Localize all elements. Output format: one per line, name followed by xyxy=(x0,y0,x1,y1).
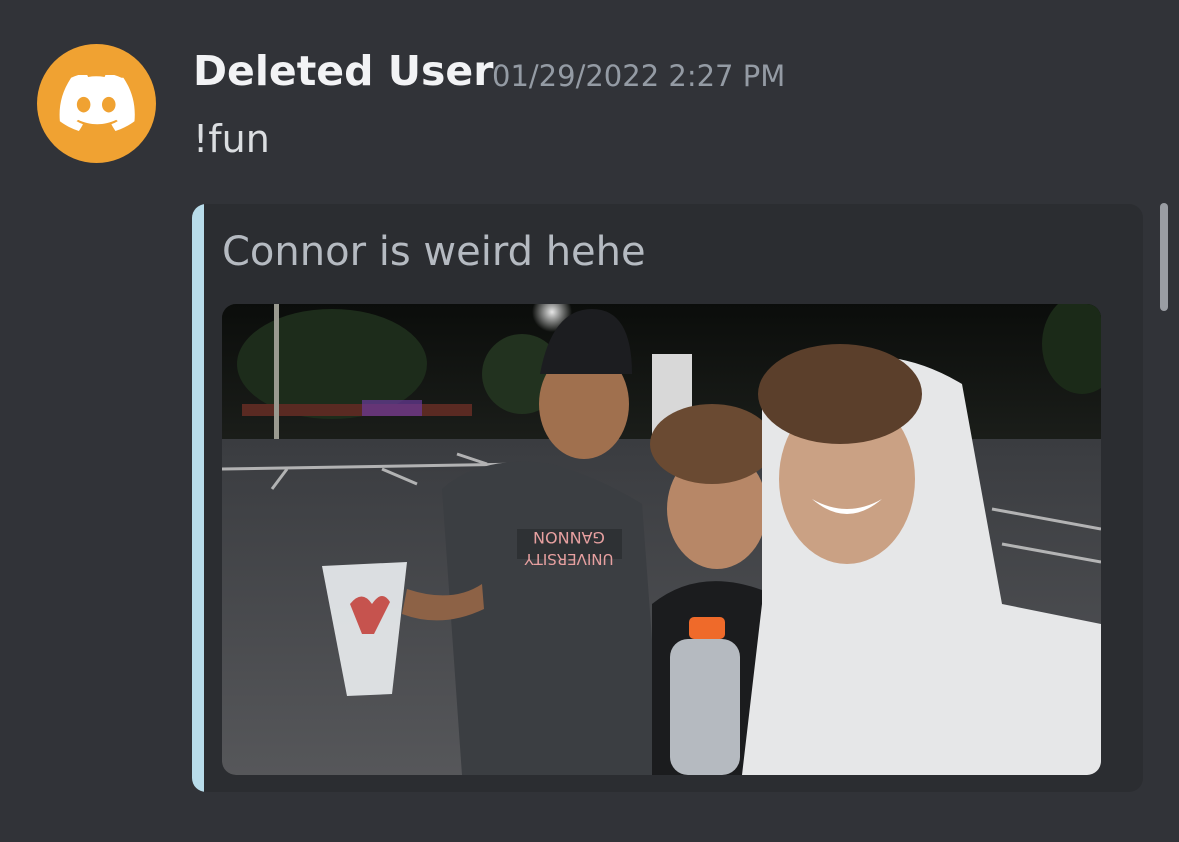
embed-image[interactable]: GANNON UNIVERSITY xyxy=(222,304,1101,775)
scrollbar[interactable] xyxy=(1160,203,1168,311)
shirt-text-1: GANNON xyxy=(533,528,605,547)
shirt-text-2: UNIVERSITY xyxy=(524,550,614,568)
embed: Connor is weird hehe GANNON UNIVERSITY xyxy=(192,204,1143,792)
author-name[interactable]: Deleted User xyxy=(193,47,493,95)
message-timestamp[interactable]: 01/29/2022 2:27 PM xyxy=(492,59,785,93)
message-content: !fun xyxy=(193,117,270,161)
avatar[interactable] xyxy=(37,44,156,163)
embed-accent-bar xyxy=(192,204,204,792)
photo-night-selfie: GANNON UNIVERSITY xyxy=(222,304,1101,775)
discord-logo-icon xyxy=(59,74,135,131)
embed-title: Connor is weird hehe xyxy=(222,229,646,275)
chat-message: Deleted User 01/29/2022 2:27 PM !fun Con… xyxy=(0,0,1179,842)
